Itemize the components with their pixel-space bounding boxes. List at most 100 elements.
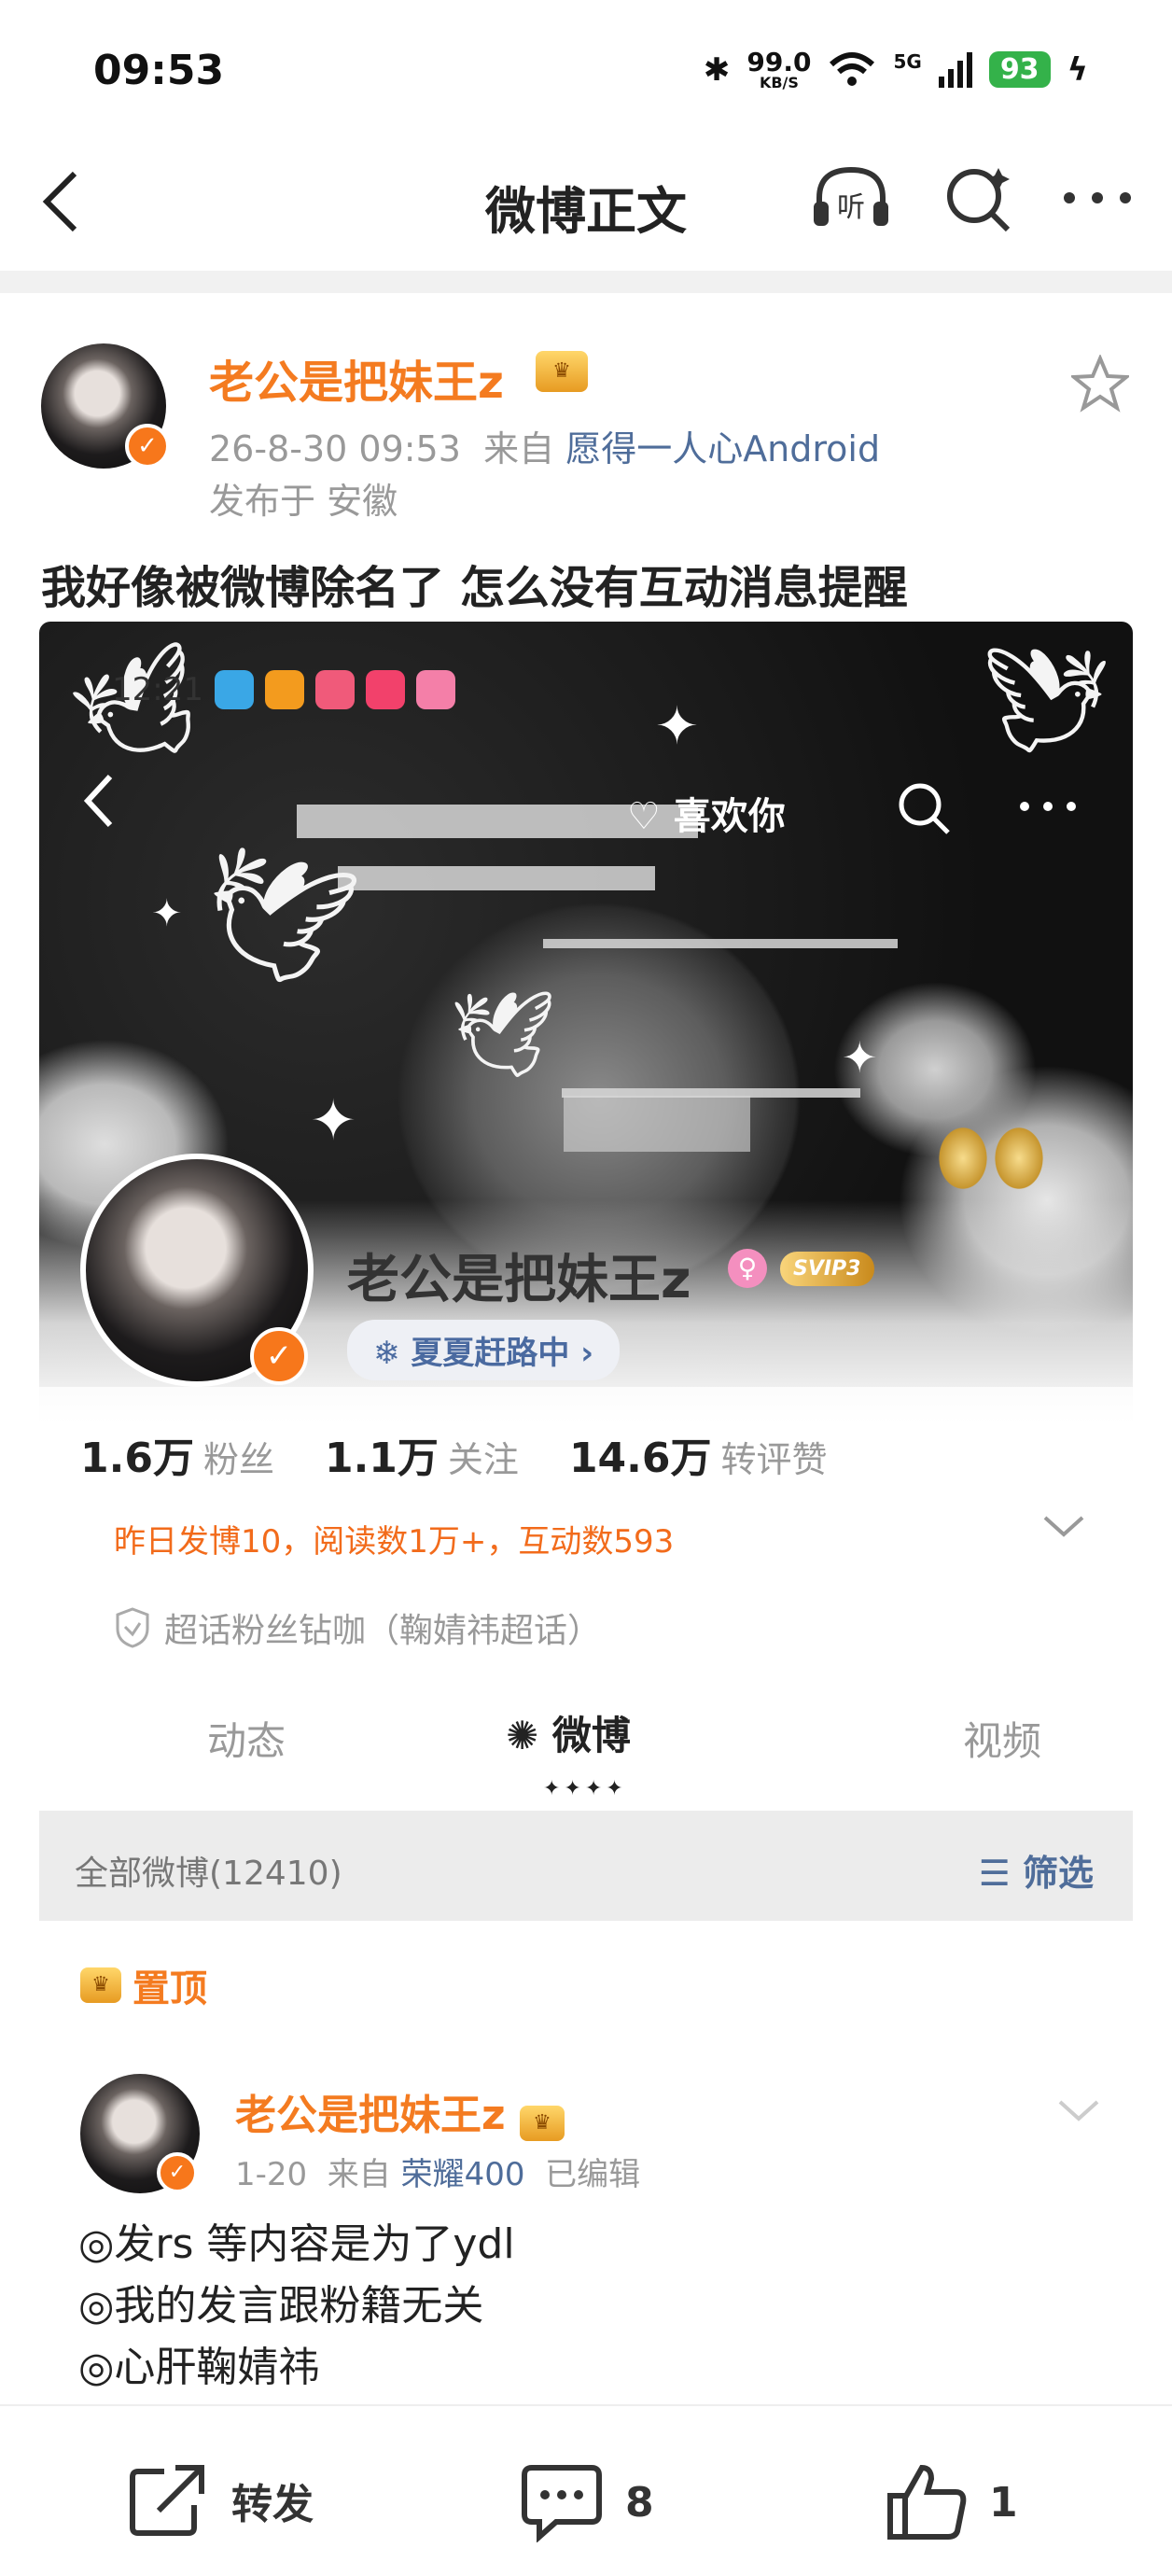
status-icons: ✱ 99.0 KB/S 5G 93 ϟ	[703, 47, 1088, 91]
female-icon: ♀	[728, 1249, 767, 1288]
glitch-bar	[564, 1096, 750, 1152]
sparkle-icon: ✦	[310, 1088, 357, 1154]
stat-interactions: 14.6万 转评赞	[568, 1435, 828, 1482]
net-speed: 99.0 KB/S	[746, 47, 812, 91]
comment-button[interactable]: 8	[519, 2462, 654, 2542]
inner-line: ◎我的发言跟粉籍无关	[78, 2282, 484, 2330]
glitch-bar	[338, 866, 655, 890]
bird-silhouette: 🕊	[982, 640, 1112, 760]
stat-following: 1.1万 关注	[324, 1435, 519, 1482]
heart-icon: ♡	[627, 795, 661, 838]
nav-actions: 听	[806, 161, 1135, 235]
more-icon[interactable]	[1060, 184, 1135, 212]
favorite-star-icon[interactable]	[1071, 355, 1129, 413]
like-button[interactable]: 1	[885, 2462, 1018, 2542]
inner-crown-icon: ♛	[519, 2106, 565, 2141]
comment-count: 8	[625, 2478, 654, 2527]
superfan-label: 超话粉丝钻咖（鞠婧祎超话）	[164, 1612, 602, 1650]
tab-video: 视频	[963, 1718, 1042, 1764]
post-time: 26-8-30 09:53	[209, 428, 461, 469]
sun-icon: ✺	[506, 1713, 539, 1758]
verified-badge: ✓	[125, 424, 170, 469]
source-prefix: 来自	[483, 428, 555, 469]
active-tab-indicator: ✦✦✦✦	[543, 1777, 627, 1800]
tab-weibo: ✺ 微博	[506, 1704, 631, 1761]
shield-icon	[116, 1607, 149, 1648]
inner-post-text: ◎发rs 等内容是为了ydl ◎我的发言跟粉籍无关 ◎心肝鞠婧祎	[78, 2214, 515, 2399]
music-app-icon	[314, 670, 355, 709]
crown-icon: ♛	[536, 351, 588, 392]
post-location: 发布于 安徽	[209, 481, 398, 522]
inner-line: ◎心肝鞠婧祎	[78, 2344, 320, 2391]
post-text: 我好像被微博除名了 怎么没有互动消息提醒	[41, 562, 908, 614]
topic-label: 夏夏赶路中 ›	[411, 1335, 594, 1372]
signal-icon	[938, 51, 972, 88]
inner-search-icon	[899, 783, 950, 834]
superfan-badge: 超话粉丝钻咖（鞠婧祎超话）	[114, 1603, 601, 1652]
filter-label: 筛选	[1022, 1853, 1094, 1894]
post-meta: 26-8-30 09:53 来自 愿得一人心Android	[209, 420, 880, 471]
bluetooth-icon: ✱	[703, 50, 731, 89]
svip-badge: SVIP3	[780, 1251, 874, 1286]
comment-icon	[522, 2465, 602, 2542]
bird-silhouette: 🕊	[450, 986, 557, 1084]
inner-chevron-icon	[1058, 2100, 1099, 2121]
post-image[interactable]: 🕊 🕊 🕊 🕊 ✦ ✦ ✦ ✦ 12:21 ♡ 喜欢你 ✓ 老公是把妹王z ♀ …	[39, 622, 1133, 2404]
video-app-icon	[365, 670, 405, 709]
butterfly-icon	[926, 1116, 1056, 1210]
inner-post-author: 老公是把妹王z ♛	[235, 2081, 565, 2141]
like-you-label: 喜欢你	[673, 795, 786, 838]
all-posts-count: 全部微博(12410)	[75, 1855, 342, 1893]
listen-icon[interactable]: 听	[806, 161, 896, 235]
profile-stats: 1.6万 粉丝 1.1万 关注 14.6万 转评赞	[80, 1424, 828, 1484]
sparkle-icon: ✦	[655, 696, 699, 757]
charging-icon: ϟ	[1067, 50, 1088, 89]
yesterday-summary: 昨日发博10，阅读数1万+，互动数593	[114, 1523, 675, 1561]
weibo-app-icon	[264, 670, 304, 709]
topic-pill: ❄ 夏夏赶路中 ›	[347, 1320, 621, 1380]
tab-weibo-label: 微博	[551, 1713, 631, 1758]
sparkle-icon: ✦	[842, 1032, 878, 1083]
profile-badges: ♀ SVIP3	[728, 1249, 874, 1288]
profile-tabs: 动态 ✺ 微博 视频	[39, 1695, 1133, 1788]
filter-button: ☰ 筛选	[979, 1844, 1094, 1896]
inner-status-bar: 12:21	[112, 670, 455, 709]
repost-icon	[130, 2465, 204, 2536]
signal-label: 5G	[893, 50, 922, 73]
bottom-action-bar: 转发 8 1	[0, 2404, 1172, 2576]
repost-label: 转发	[231, 2481, 314, 2528]
like-you-button: ♡ 喜欢你	[627, 786, 786, 840]
author-name[interactable]: 老公是把妹王z	[209, 345, 504, 411]
battery-level: 93	[988, 51, 1051, 89]
inner-time: 12:21	[112, 671, 203, 708]
post-source[interactable]: 愿得一人心Android	[565, 428, 880, 469]
pinned-crown-icon: ♛	[80, 1967, 121, 2003]
filter-icon: ☰	[978, 1853, 1011, 1894]
inner-verified-badge: ✓	[157, 2152, 198, 2193]
sparkle-icon: ✦	[151, 892, 183, 935]
inner-line: ◎发rs 等内容是为了ydl	[78, 2220, 515, 2268]
wifi-icon	[830, 51, 875, 86]
search-icon[interactable]	[941, 161, 1015, 235]
repost-button[interactable]: 转发	[127, 2462, 314, 2539]
profile-verified-badge: ✓	[250, 1327, 308, 1385]
status-time: 09:53	[93, 47, 225, 94]
pinned-label: ♛ 置顶	[80, 1958, 207, 2012]
inner-more-icon	[1020, 802, 1076, 811]
like-count: 1	[989, 2478, 1018, 2527]
stat-followers: 1.6万 粉丝	[80, 1435, 274, 1482]
divider	[0, 271, 1172, 293]
svg-text:听: 听	[837, 191, 865, 224]
profile-name: 老公是把妹王z	[347, 1250, 691, 1310]
thumbs-up-icon	[887, 2464, 967, 2540]
filter-bar: 全部微博(12410) ☰ 筛选	[39, 1811, 1133, 1921]
tab-dynamics: 动态	[207, 1718, 286, 1764]
chevron-down-icon	[1043, 1516, 1084, 1537]
snowflake-icon: ❄	[373, 1335, 400, 1372]
inner-post-meta: 1-20 来自 荣耀400 已编辑	[235, 2156, 641, 2193]
pinned-text: 置顶	[133, 1967, 207, 2010]
glitch-bar	[543, 939, 898, 948]
inner-back-icon	[83, 774, 113, 828]
bilibili-app-icon	[415, 670, 455, 709]
app-icon	[214, 670, 254, 709]
